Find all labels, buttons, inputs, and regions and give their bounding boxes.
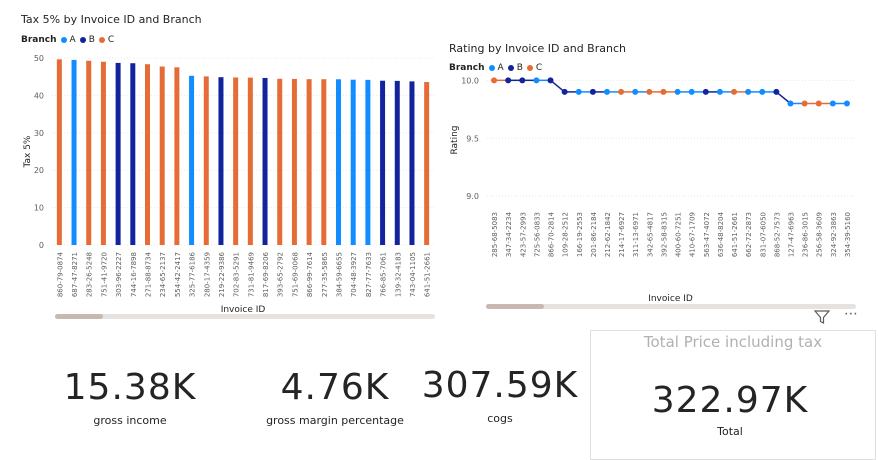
tax-x-tick: 817-69-8206 — [262, 251, 270, 297]
tax-bar — [174, 67, 180, 246]
cogs-label: cogs — [487, 412, 513, 425]
tax-x-tick: 393-65-2792 — [277, 252, 285, 297]
tax-x-tick: 731-81-9469 — [247, 252, 255, 297]
rating-legend-item-a[interactable]: A — [488, 63, 504, 73]
tax-bar — [350, 79, 356, 245]
tax-x-tick: 743-04-1105 — [409, 252, 417, 297]
tax-x-tick: 766-85-7061 — [380, 252, 388, 297]
legend-dot-icon — [526, 65, 533, 71]
total-price-card-title: Total Price including tax — [643, 333, 823, 351]
rating-legend-item-c[interactable]: C — [526, 63, 542, 73]
tax-y-tick: 10 — [34, 204, 44, 213]
rating-chart-title: Rating by Invoice ID and Branch — [449, 42, 626, 55]
tax-x-tick: 325-77-6186 — [189, 251, 197, 297]
tax-x-tick: 554-42-2417 — [174, 252, 182, 297]
tax-y-tick: 50 — [34, 54, 44, 63]
tax-bar — [86, 60, 92, 245]
tax-x-tick: 234-65-2137 — [159, 252, 167, 297]
tax-bar — [56, 59, 62, 246]
gross-margin-value: 4.76K — [280, 367, 390, 408]
tax-x-tick: 303-96-2227 — [115, 252, 123, 297]
tax-x-tick: 271-88-8734 — [145, 251, 153, 297]
tax-bar — [130, 63, 136, 246]
rating-legend-title: Branch — [449, 63, 485, 73]
tax-x-tick: 751-69-0068 — [291, 252, 299, 297]
tax-y-axis-label: Tax 5% — [23, 135, 33, 168]
tax-bar — [159, 66, 165, 246]
tax-bar — [233, 77, 239, 245]
tax-bar — [247, 77, 253, 245]
tax-bar — [218, 77, 224, 245]
legend-dot-icon — [488, 65, 495, 71]
tax-x-tick: 277-35-5865 — [321, 252, 329, 297]
legend-dot-icon — [507, 65, 514, 71]
tax-x-tick: 641-51-2661 — [424, 252, 432, 297]
tax-x-tick: 384-59-6655 — [336, 252, 344, 297]
tax-x-tick: 751-41-9720 — [100, 252, 108, 297]
tax-y-tick: 20 — [34, 166, 44, 175]
tax-x-tick: 704-48-3927 — [350, 252, 358, 297]
tax-chart-scroll-thumb[interactable] — [55, 314, 103, 319]
rating-chart-scroll-thumb[interactable] — [486, 304, 544, 309]
tax-bar — [424, 82, 430, 245]
more-options-icon[interactable]: ⋯ — [844, 306, 859, 322]
tax-x-tick: 827-77-7633 — [365, 252, 373, 297]
tax-bar — [321, 79, 327, 245]
tax-bar — [203, 76, 209, 245]
tax-bar — [262, 77, 268, 245]
total-price-value: 322.97K — [651, 380, 809, 421]
gross-margin-label: gross margin percentage — [266, 414, 404, 427]
tax-x-tick: 219-22-9386 — [218, 251, 226, 297]
tax-bar — [306, 79, 312, 246]
gross-income-value: 15.38K — [63, 367, 197, 408]
filter-icon[interactable] — [813, 309, 831, 329]
tax-x-tick: 744-16-7898 — [130, 252, 138, 297]
tax-x-tick: 866-99-7614 — [306, 251, 314, 297]
tax-bar — [145, 64, 150, 245]
cogs-value: 307.59K — [421, 365, 579, 406]
tax-x-tick: 283-26-5248 — [86, 252, 94, 297]
tax-y-tick: 40 — [34, 91, 44, 100]
tax-x-tick: 860-79-0874 — [56, 251, 64, 297]
tax-bar — [100, 61, 106, 245]
gross-income-label: gross income — [93, 414, 167, 427]
tax-bar — [365, 79, 371, 245]
tax-bar — [394, 80, 400, 246]
tax-bar — [71, 59, 77, 246]
tax-bar — [409, 81, 415, 245]
tax-bar — [291, 78, 297, 245]
tax-bar — [277, 78, 283, 245]
rating-legend-item-b[interactable]: B — [507, 63, 523, 73]
tax-x-tick: 687-47-8271 — [71, 252, 79, 297]
rating-chart-visual[interactable]: Rating by Invoice ID and Branch Branch A… — [445, 36, 875, 316]
tax-bar — [380, 80, 386, 245]
tax-x-tick: 139-32-4183 — [394, 252, 402, 297]
tax-bar — [189, 75, 195, 245]
tax-bar — [115, 62, 121, 245]
tax-bar — [336, 79, 341, 245]
tax-chart-scrollbar[interactable] — [55, 314, 435, 319]
total-price-label: Total — [717, 425, 743, 438]
tax-chart-visual[interactable]: Tax 5% by Invoice ID and Branch Branch A… — [0, 0, 440, 330]
tax-x-tick: 702-83-5291 — [233, 252, 241, 297]
tax-y-tick: 30 — [34, 129, 44, 138]
tax-y-tick: 0 — [39, 241, 44, 250]
tax-x-tick: 280-17-4359 — [203, 252, 211, 297]
tax-chart-plot[interactable]: 0 10 20 30 40 50 Tax 5% 860-79-0874 687-47-8271 2… — [0, 0, 440, 330]
rating-chart-legend: Branch A B C — [449, 63, 542, 73]
